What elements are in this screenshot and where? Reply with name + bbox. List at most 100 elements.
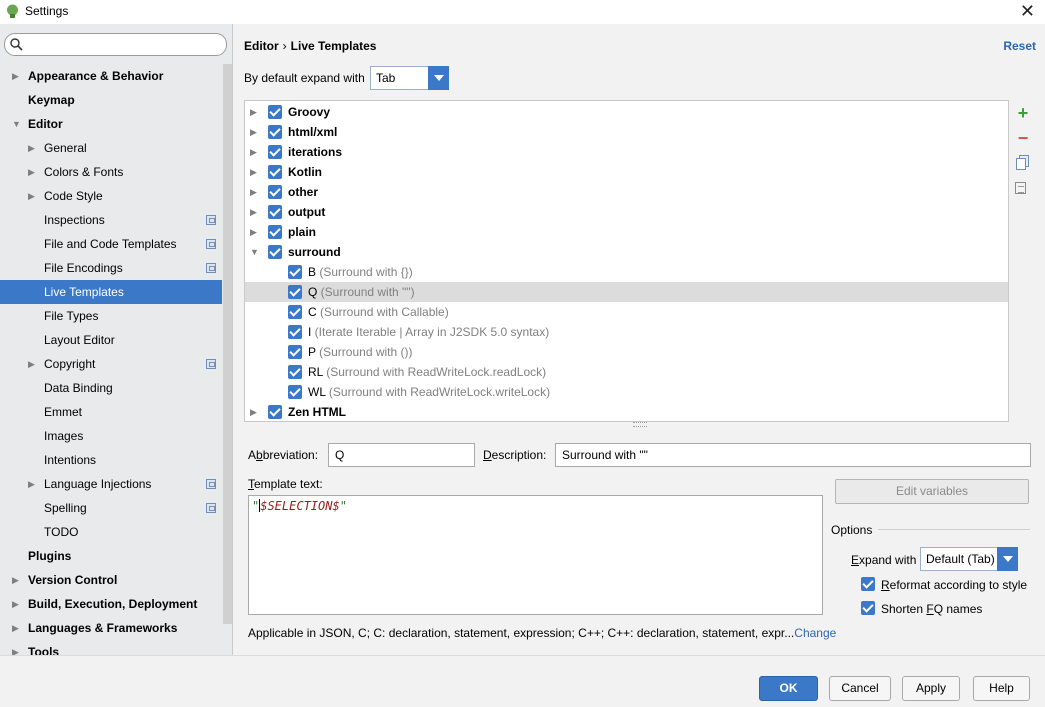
template-group[interactable]: ▶ plain <box>245 222 1008 242</box>
remove-icon[interactable]: − <box>1015 129 1031 147</box>
restore-defaults-icon[interactable] <box>1015 182 1026 194</box>
template-checkbox[interactable] <box>288 385 302 399</box>
collapsed-arrow-icon[interactable]: ▶ <box>250 142 257 162</box>
template-group[interactable]: ▶ other <box>245 182 1008 202</box>
close-icon[interactable]: ✕ <box>1020 2 1035 20</box>
sidebar-item-keymap[interactable]: Keymap <box>0 88 222 112</box>
sidebar-item-colors-fonts[interactable]: ▶ Colors & Fonts <box>0 160 222 184</box>
chevron-down-icon[interactable] <box>428 66 449 90</box>
collapsed-arrow-icon[interactable]: ▶ <box>250 222 257 242</box>
template-item[interactable]: Q (Surround with "") <box>245 282 1008 302</box>
change-link[interactable]: Change <box>794 626 836 640</box>
template-item[interactable]: I (Iterate Iterable | Array in J2SDK 5.0… <box>245 322 1008 342</box>
collapsed-arrow-icon[interactable]: ▶ <box>28 136 35 160</box>
collapsed-arrow-icon[interactable]: ▶ <box>28 352 35 376</box>
expand-with-select[interactable]: Default (Tab) <box>920 547 1018 571</box>
sidebar-item-todo[interactable]: TODO <box>0 520 222 544</box>
sidebar-item-language-injections[interactable]: ▶ Language Injections <box>0 472 222 496</box>
sidebar-item-version-control[interactable]: ▶ Version Control <box>0 568 222 592</box>
sidebar-item-layout-editor[interactable]: Layout Editor <box>0 328 222 352</box>
collapsed-arrow-icon[interactable]: ▶ <box>28 472 35 496</box>
template-group[interactable]: ▶ Groovy <box>245 102 1008 122</box>
collapsed-arrow-icon[interactable]: ▶ <box>250 402 257 421</box>
template-group[interactable]: ▼ surround <box>245 242 1008 262</box>
template-item[interactable]: WL (Surround with ReadWriteLock.writeLoc… <box>245 382 1008 402</box>
templates-tree[interactable]: ▶ Groovy ▶ html/xml ▶ iterations ▶ Kotlin ▶ other… <box>244 100 1009 422</box>
sidebar-scrollbar[interactable] <box>223 64 232 624</box>
collapsed-arrow-icon[interactable]: ▶ <box>250 122 257 142</box>
reformat-checkbox[interactable] <box>861 577 875 591</box>
copy-icon[interactable] <box>1015 155 1031 171</box>
template-checkbox[interactable] <box>288 345 302 359</box>
sidebar-item-copyright[interactable]: ▶ Copyright <box>0 352 222 376</box>
search-input[interactable] <box>27 36 222 53</box>
shorten-fq-checkbox[interactable] <box>861 601 875 615</box>
group-checkbox[interactable] <box>268 185 282 199</box>
collapsed-arrow-icon[interactable]: ▶ <box>12 592 19 616</box>
sidebar-item-file-encodings[interactable]: File Encodings <box>0 256 222 280</box>
default-expand-select[interactable]: Tab <box>370 66 449 90</box>
collapsed-arrow-icon[interactable]: ▶ <box>28 160 35 184</box>
template-checkbox[interactable] <box>288 365 302 379</box>
reset-link[interactable]: Reset <box>1003 39 1036 53</box>
edit-variables-button[interactable]: Edit variables <box>835 479 1029 504</box>
template-checkbox[interactable] <box>288 285 302 299</box>
template-item[interactable]: B (Surround with {}) <box>245 262 1008 282</box>
search-box[interactable] <box>4 33 227 56</box>
ok-button[interactable]: OK <box>759 676 818 701</box>
group-checkbox[interactable] <box>268 245 282 259</box>
abbreviation-field[interactable] <box>328 443 475 467</box>
collapsed-arrow-icon[interactable]: ▶ <box>250 162 257 182</box>
template-group[interactable]: ▶ Zen HTML <box>245 402 1008 421</box>
chevron-down-icon[interactable] <box>997 547 1018 571</box>
collapsed-arrow-icon[interactable]: ▶ <box>12 640 19 655</box>
template-group[interactable]: ▶ html/xml <box>245 122 1008 142</box>
template-checkbox[interactable] <box>288 325 302 339</box>
expanded-arrow-icon[interactable]: ▼ <box>12 112 21 136</box>
group-checkbox[interactable] <box>268 205 282 219</box>
help-button[interactable]: Help <box>973 676 1030 701</box>
group-checkbox[interactable] <box>268 165 282 179</box>
sidebar-item-live-templates[interactable]: Live Templates <box>0 280 222 304</box>
sidebar-item-general[interactable]: ▶ General <box>0 136 222 160</box>
cancel-button[interactable]: Cancel <box>829 676 891 701</box>
sidebar-item-tools[interactable]: ▶ Tools <box>0 640 222 655</box>
template-item[interactable]: RL (Surround with ReadWriteLock.readLock… <box>245 362 1008 382</box>
sidebar-item-code-style[interactable]: ▶ Code Style <box>0 184 222 208</box>
expanded-arrow-icon[interactable]: ▼ <box>250 242 259 262</box>
sidebar-item-editor[interactable]: ▼ Editor <box>0 112 222 136</box>
group-checkbox[interactable] <box>268 405 282 419</box>
sidebar-item-appearance-behavior[interactable]: ▶ Appearance & Behavior <box>0 64 222 88</box>
collapsed-arrow-icon[interactable]: ▶ <box>12 616 19 640</box>
sidebar-item-plugins[interactable]: Plugins <box>0 544 222 568</box>
sidebar-item-languages-frameworks[interactable]: ▶ Languages & Frameworks <box>0 616 222 640</box>
collapsed-arrow-icon[interactable]: ▶ <box>250 102 257 122</box>
apply-button[interactable]: Apply <box>902 676 960 701</box>
sidebar-item-inspections[interactable]: Inspections <box>0 208 222 232</box>
collapsed-arrow-icon[interactable]: ▶ <box>12 568 19 592</box>
sidebar-item-file-and-code-templates[interactable]: File and Code Templates <box>0 232 222 256</box>
template-item[interactable]: C (Surround with Callable) <box>245 302 1008 322</box>
collapsed-arrow-icon[interactable]: ▶ <box>250 202 257 222</box>
group-checkbox[interactable] <box>268 225 282 239</box>
splitter-handle[interactable] <box>633 422 647 427</box>
template-item[interactable]: P (Surround with ()) <box>245 342 1008 362</box>
template-checkbox[interactable] <box>288 305 302 319</box>
sidebar-item-images[interactable]: Images <box>0 424 222 448</box>
sidebar-item-data-binding[interactable]: Data Binding <box>0 376 222 400</box>
description-field[interactable] <box>555 443 1031 467</box>
template-group[interactable]: ▶ output <box>245 202 1008 222</box>
sidebar-item-file-types[interactable]: File Types <box>0 304 222 328</box>
group-checkbox[interactable] <box>268 145 282 159</box>
collapsed-arrow-icon[interactable]: ▶ <box>250 182 257 202</box>
template-checkbox[interactable] <box>288 265 302 279</box>
sidebar-item-build-execution-deployment[interactable]: ▶ Build, Execution, Deployment <box>0 592 222 616</box>
template-text-editor[interactable]: "$SELECTION$" <box>248 495 823 615</box>
collapsed-arrow-icon[interactable]: ▶ <box>28 184 35 208</box>
template-group[interactable]: ▶ Kotlin <box>245 162 1008 182</box>
group-checkbox[interactable] <box>268 125 282 139</box>
sidebar-item-spelling[interactable]: Spelling <box>0 496 222 520</box>
add-icon[interactable]: + <box>1015 104 1031 122</box>
collapsed-arrow-icon[interactable]: ▶ <box>12 64 19 88</box>
sidebar-item-intentions[interactable]: Intentions <box>0 448 222 472</box>
